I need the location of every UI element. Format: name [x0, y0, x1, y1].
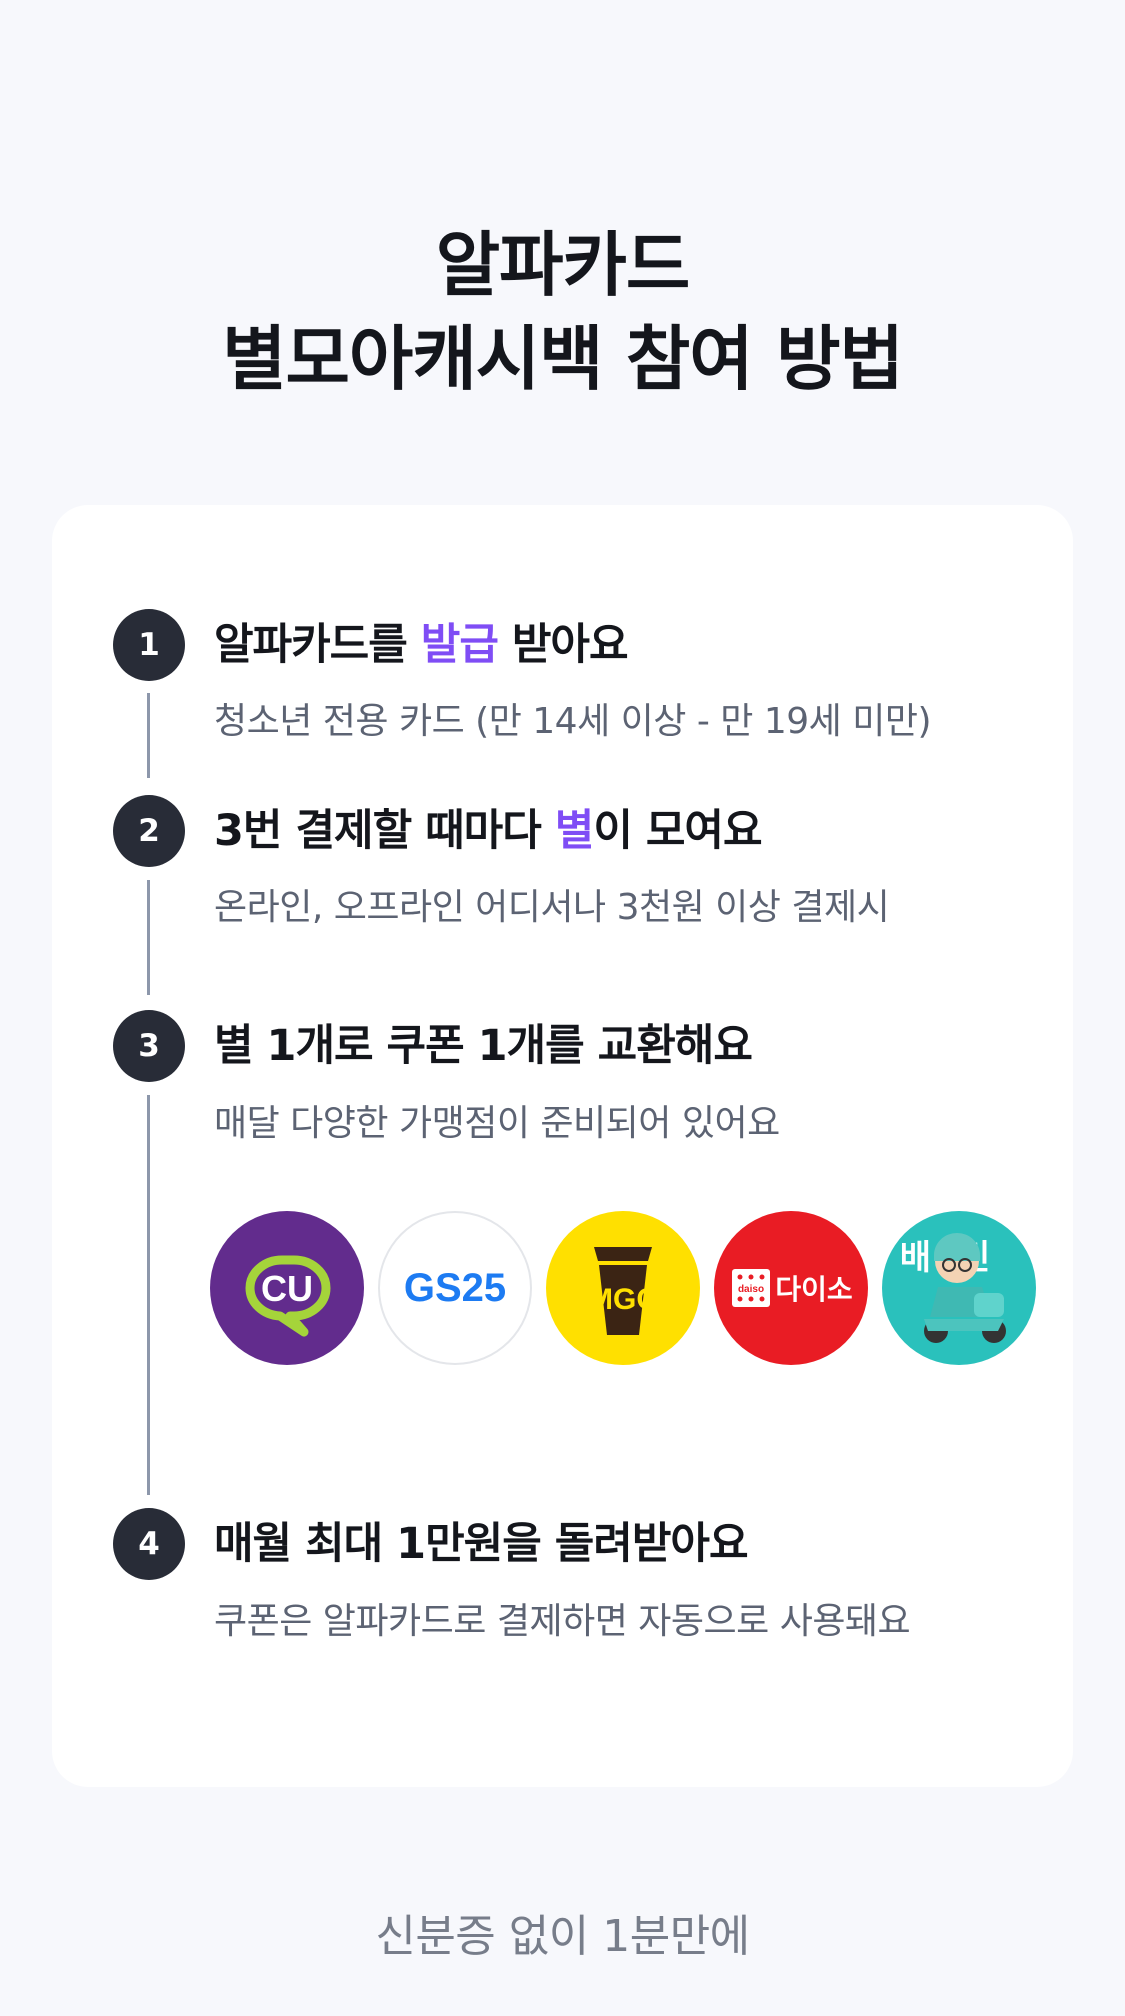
step-number-badge: 4 — [113, 1508, 185, 1580]
footer-tagline: 신분증 없이 1분만에 — [375, 1911, 750, 1962]
page-title: 알파카드 별모아캐시백 참여 방법 — [0, 218, 1125, 406]
step-title: 별 1개로 쿠폰 1개를 교환해요 — [214, 1021, 753, 1071]
daiso-logo-icon: daiso 다이소 — [732, 1269, 853, 1307]
partner-logo-gs25: GS25 — [378, 1211, 532, 1365]
daiso-logo-subtext: daiso — [738, 1284, 764, 1295]
timeline-connector-3 — [147, 1095, 150, 1495]
page-title-line1: 알파카드 — [435, 224, 691, 306]
mgc-logo-text: MGC — [588, 1283, 658, 1316]
step-title: 매월 최대 1만원을 돌려받아요 — [214, 1519, 749, 1569]
step-title: 3번 결제할 때마다 별이 모여요 — [214, 803, 763, 859]
step-number-badge: 1 — [113, 609, 185, 681]
partner-logo-baemin: 배민 — [882, 1211, 1036, 1365]
partner-logo-cu: CU — [210, 1211, 364, 1365]
step-title-accent: 별 — [554, 806, 595, 856]
step-description: 청소년 전용 카드 (만 14세 이상 - 만 19세 미만) — [214, 701, 932, 742]
partner-logo-mgc: MGC — [546, 1211, 700, 1365]
timeline-connector-1 — [147, 693, 150, 778]
step-title-text: 이 모여요 — [593, 806, 762, 856]
gs25-logo-text: GS25 — [404, 1266, 506, 1310]
step-number-badge: 3 — [113, 1010, 185, 1082]
gs25-logo-icon: GS25 — [404, 1266, 506, 1310]
step-number-badge: 2 — [113, 795, 185, 867]
step-title-text: 받아요 — [497, 620, 629, 670]
cu-logo-icon: CU — [245, 1255, 331, 1337]
step-title-text: 알파카드를 — [214, 620, 421, 670]
baemin-logo-icon: 배민 — [900, 1233, 1006, 1343]
page-title-line2: 별모아캐시백 참여 방법 — [222, 318, 904, 400]
daiso-logo-text: 다이소 — [775, 1273, 852, 1306]
timeline-connector-2 — [147, 880, 150, 995]
mgc-coffee-logo-icon: MGC — [588, 1247, 658, 1335]
cu-logo-text: CU — [261, 1268, 313, 1309]
step-title-text: 3번 결제할 때마다 — [214, 806, 555, 856]
step-title: 알파카드를 발급 받아요 — [214, 617, 629, 673]
step-description: 매달 다양한 가맹점이 준비되어 있어요 — [214, 1103, 780, 1144]
step-description: 쿠폰은 알파카드로 결제하면 자동으로 사용돼요 — [214, 1601, 911, 1642]
partner-logo-daiso: daiso 다이소 — [714, 1211, 868, 1365]
step-title-accent: 발급 — [420, 620, 499, 670]
step-description: 온라인, 오프라인 어디서나 3천원 이상 결제시 — [214, 887, 890, 928]
